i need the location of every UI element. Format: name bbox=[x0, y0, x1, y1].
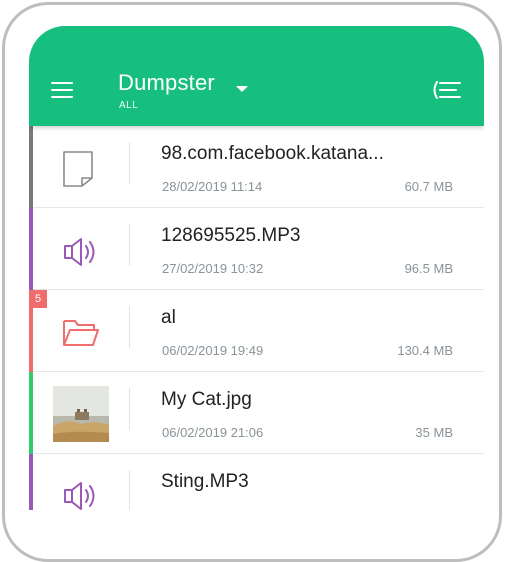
file-date: 06/02/2019 21:06 bbox=[162, 425, 264, 440]
image-thumbnail bbox=[53, 386, 109, 442]
sort-icon[interactable] bbox=[429, 79, 463, 101]
file-size: 96.5 MB bbox=[404, 261, 453, 276]
file-row[interactable]: 5 al 06/02/2019 19:49 130.4 MB bbox=[29, 290, 484, 372]
hamburger-menu-icon[interactable] bbox=[51, 82, 75, 100]
file-size: 130.4 MB bbox=[397, 343, 453, 358]
file-size: 35 MB bbox=[415, 425, 453, 440]
speaker-icon bbox=[64, 238, 95, 266]
filter-subtitle: ALL bbox=[119, 100, 139, 111]
file-size: 60.7 MB bbox=[404, 179, 453, 194]
speaker-icon bbox=[64, 482, 95, 510]
file-name: My Cat.jpg bbox=[161, 389, 252, 410]
filter-dropdown[interactable]: Dumpster ALL bbox=[118, 70, 278, 114]
file-name: 128695525.MP3 bbox=[161, 225, 301, 246]
app-title: Dumpster bbox=[118, 70, 215, 95]
row-divider bbox=[129, 388, 130, 430]
app-bar: Dumpster ALL bbox=[29, 26, 484, 126]
folder-icon bbox=[63, 320, 99, 346]
file-name: Sting.MP3 bbox=[161, 471, 249, 492]
file-type-stripe bbox=[29, 126, 33, 208]
file-name: al bbox=[161, 307, 176, 328]
row-divider bbox=[129, 470, 130, 510]
document-icon bbox=[63, 151, 93, 187]
file-date: 28/02/2019 11:14 bbox=[162, 179, 263, 194]
app-screen: Dumpster ALL 98.com.facebook.katana... 2… bbox=[29, 26, 484, 510]
file-type-stripe bbox=[29, 454, 33, 510]
file-type-stripe bbox=[29, 372, 33, 454]
file-type-stripe bbox=[29, 208, 33, 290]
file-date: 06/02/2019 19:49 bbox=[162, 343, 264, 358]
row-divider bbox=[129, 306, 130, 348]
file-name: 98.com.facebook.katana... bbox=[161, 143, 384, 164]
file-row[interactable]: My Cat.jpg 06/02/2019 21:06 35 MB bbox=[29, 372, 484, 454]
file-date: 27/02/2019 10:32 bbox=[162, 261, 264, 276]
file-row[interactable]: 98.com.facebook.katana... 28/02/2019 11:… bbox=[29, 126, 484, 208]
file-row[interactable]: Sting.MP3 bbox=[29, 454, 484, 510]
file-row[interactable]: 128695525.MP3 27/02/2019 10:32 96.5 MB bbox=[29, 208, 484, 290]
dropdown-arrow-icon bbox=[236, 86, 248, 92]
row-divider bbox=[129, 224, 130, 266]
row-divider bbox=[129, 142, 130, 184]
item-count-badge: 5 bbox=[29, 290, 47, 308]
